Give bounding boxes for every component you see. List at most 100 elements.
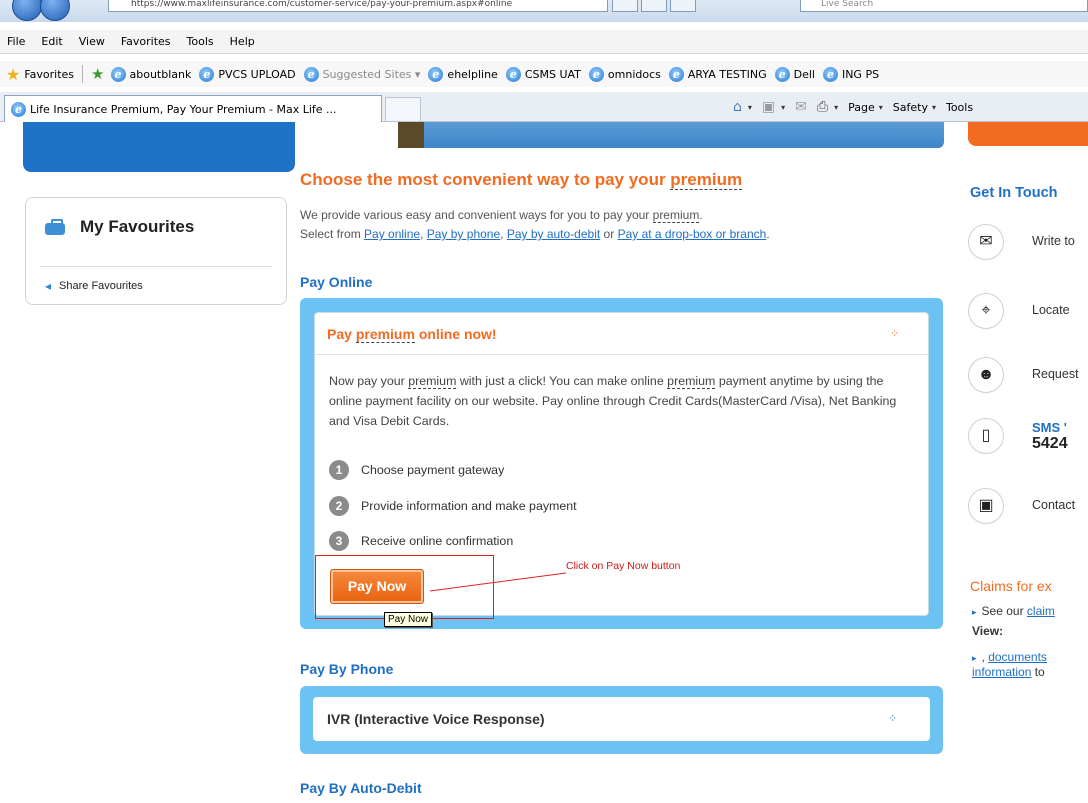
step-item: 3 Receive online confirmation	[329, 531, 513, 551]
favorites-bar-item[interactable]: e aboutblank	[110, 66, 192, 82]
favorites-bar-item[interactable]: e CSMS UAT	[505, 66, 581, 82]
collapse-icon[interactable]: ⁘	[890, 327, 899, 340]
contact-sms[interactable]: ▯ SMS ' 5424	[968, 418, 1088, 462]
arrow-right-icon: ▸	[972, 653, 977, 663]
page-dropdown-icon[interactable]: ▾	[879, 103, 883, 112]
contact-locate[interactable]: ⌖ Locate	[968, 293, 1088, 333]
refresh-icon[interactable]	[641, 0, 667, 12]
home-icon[interactable]: ⌂	[733, 99, 742, 115]
pay-online-card-header[interactable]: Pay premium online now! ⁘	[315, 313, 928, 355]
read-mail-icon[interactable]: ✉	[795, 99, 807, 115]
contact-request[interactable]: ☻ Request	[968, 357, 1088, 397]
page-heading: Choose the most convenient way to pay yo…	[300, 170, 743, 190]
pay-by-auto-debit-link[interactable]: Pay by auto-debit	[507, 227, 600, 241]
premium-glossary-term[interactable]: premium	[355, 326, 415, 343]
claims-link[interactable]: claim	[1027, 604, 1055, 618]
intro-line-2: Select from Pay online, Pay by phone, Pa…	[300, 225, 770, 244]
premium-glossary-term[interactable]: premium	[652, 208, 700, 223]
share-favourites-link[interactable]: ◂ Share Favourites	[45, 279, 143, 293]
annotation-text: Click on Pay Now button	[566, 560, 681, 572]
menu-file[interactable]: File	[7, 35, 25, 48]
favorites-bar-item[interactable]: e Dell	[774, 66, 815, 82]
menu-favorites[interactable]: Favorites	[121, 35, 171, 48]
ivr-card[interactable]: IVR (Interactive Voice Response) ⁘	[313, 697, 930, 741]
premium-glossary-term[interactable]: premium	[667, 374, 716, 389]
claims-line: information to	[972, 665, 1045, 679]
favorites-bar-item[interactable]: e ehelpline	[428, 66, 498, 82]
ie-page-icon: e	[588, 66, 604, 82]
feeds-icon[interactable]: ▣	[762, 99, 775, 115]
back-button[interactable]	[12, 0, 42, 21]
stop-icon[interactable]	[670, 0, 696, 12]
intro-text-2: Select from	[300, 227, 365, 241]
locate-icon: ⌖	[968, 293, 1004, 329]
tools-menu[interactable]: Tools	[946, 101, 973, 114]
pay-online-card-title: Pay premium online now!	[327, 326, 497, 343]
step-item: 2 Provide information and make payment	[329, 496, 577, 516]
safety-dropdown-icon[interactable]: ▾	[932, 103, 936, 112]
address-buttons	[612, 0, 696, 12]
favorites-bar-item[interactable]: e ING PS	[822, 66, 880, 82]
sms-label: SMS '	[1032, 420, 1067, 435]
pay-at-drop-box-link[interactable]: Pay at a drop-box or branch	[618, 227, 767, 241]
favorites-bar-item[interactable]: e Suggested Sites ▾	[303, 66, 421, 82]
my-favourites-panel: My Favourites ◂ Share Favourites	[25, 197, 287, 305]
ie-page-icon: e	[428, 66, 444, 82]
browser-top-strip: https://www.maxlifeinsurance.com/custome…	[0, 0, 1088, 22]
contact-video[interactable]: ▣ Contact	[968, 488, 1088, 528]
print-icon[interactable]: ⎙	[817, 99, 828, 115]
print-dropdown-icon[interactable]: ▾	[834, 103, 838, 112]
ie-page-icon: e	[774, 66, 790, 82]
browser-tab-active[interactable]: e Life Insurance Premium, Pay Your Premi…	[4, 95, 382, 122]
pay-by-phone-link[interactable]: Pay by phone	[427, 227, 500, 241]
favorites-button[interactable]: Favorites	[24, 68, 74, 81]
favorites-star-icon[interactable]: ★	[6, 65, 20, 84]
pay-by-phone-panel: IVR (Interactive Voice Response) ⁘	[300, 686, 943, 754]
safety-menu[interactable]: Safety	[893, 101, 928, 114]
information-link[interactable]: information	[972, 665, 1031, 679]
intro-line-1: We provide various easy and convenient w…	[300, 206, 770, 225]
pay-now-tooltip: Pay Now	[384, 612, 433, 627]
expand-icon[interactable]: ⁘	[888, 712, 897, 725]
favorites-bar-item[interactable]: e omnidocs	[588, 66, 661, 82]
ie-page-icon: e	[199, 66, 215, 82]
desc-text: with just a click! You can make online	[456, 374, 668, 388]
menu-view[interactable]: View	[79, 35, 105, 48]
documents-link[interactable]: documents	[988, 650, 1047, 664]
contact-label: Contact	[1032, 498, 1076, 512]
claims-line: ▸ See our claim	[972, 604, 1055, 618]
favorites-bar-item[interactable]: e ARYA TESTING	[668, 66, 767, 82]
menu-edit[interactable]: Edit	[41, 35, 62, 48]
menu-help[interactable]: Help	[230, 35, 255, 48]
address-bar[interactable]: https://www.maxlifeinsurance.com/custome…	[108, 0, 608, 12]
lock-icon[interactable]	[612, 0, 638, 12]
favorites-bar-label: ARYA TESTING	[687, 67, 767, 81]
briefcase-icon	[45, 219, 65, 235]
new-tab-button[interactable]	[385, 97, 421, 121]
desc-text: Now pay your	[329, 374, 409, 388]
contact-write-to[interactable]: ✉ Write to	[968, 224, 1088, 264]
menu-tools[interactable]: Tools	[187, 35, 214, 48]
favorites-bar-label: aboutblank	[129, 67, 192, 81]
favorites-bar-label: Suggested Sites ▾	[322, 67, 421, 81]
annotation-arrow-line	[430, 572, 567, 592]
premium-glossary-term[interactable]: premium	[408, 374, 457, 389]
forward-button[interactable]	[40, 0, 70, 21]
pay-online-link[interactable]: Pay online	[364, 227, 420, 241]
favorites-bar-item[interactable]: e PVCS UPLOAD	[199, 66, 296, 82]
premium-glossary-term[interactable]: premium	[670, 170, 743, 190]
claims-line: ▸, documents	[972, 650, 1047, 664]
step-text: Receive online confirmation	[361, 534, 514, 548]
command-bar: ⌂ ▾ ▣ ▾ ✉ ⎙ ▾ Page ▾ Safety ▾ Tools	[733, 96, 975, 118]
envelope-icon: ✉	[968, 224, 1004, 260]
pay-online-description: Now pay your premium with just a click! …	[329, 371, 909, 431]
live-search-input[interactable]: Live Search	[800, 0, 1088, 12]
sms-info: SMS ' 5424	[1032, 420, 1068, 453]
favorites-bar-label: ING PS	[841, 67, 880, 81]
page-menu[interactable]: Page	[848, 101, 875, 114]
add-favorite-icon[interactable]: ★	[91, 65, 104, 83]
sms-number: 5424	[1032, 435, 1068, 452]
home-dropdown-icon[interactable]: ▾	[748, 103, 752, 112]
favourites-divider	[40, 266, 272, 267]
feeds-dropdown-icon[interactable]: ▾	[781, 103, 785, 112]
